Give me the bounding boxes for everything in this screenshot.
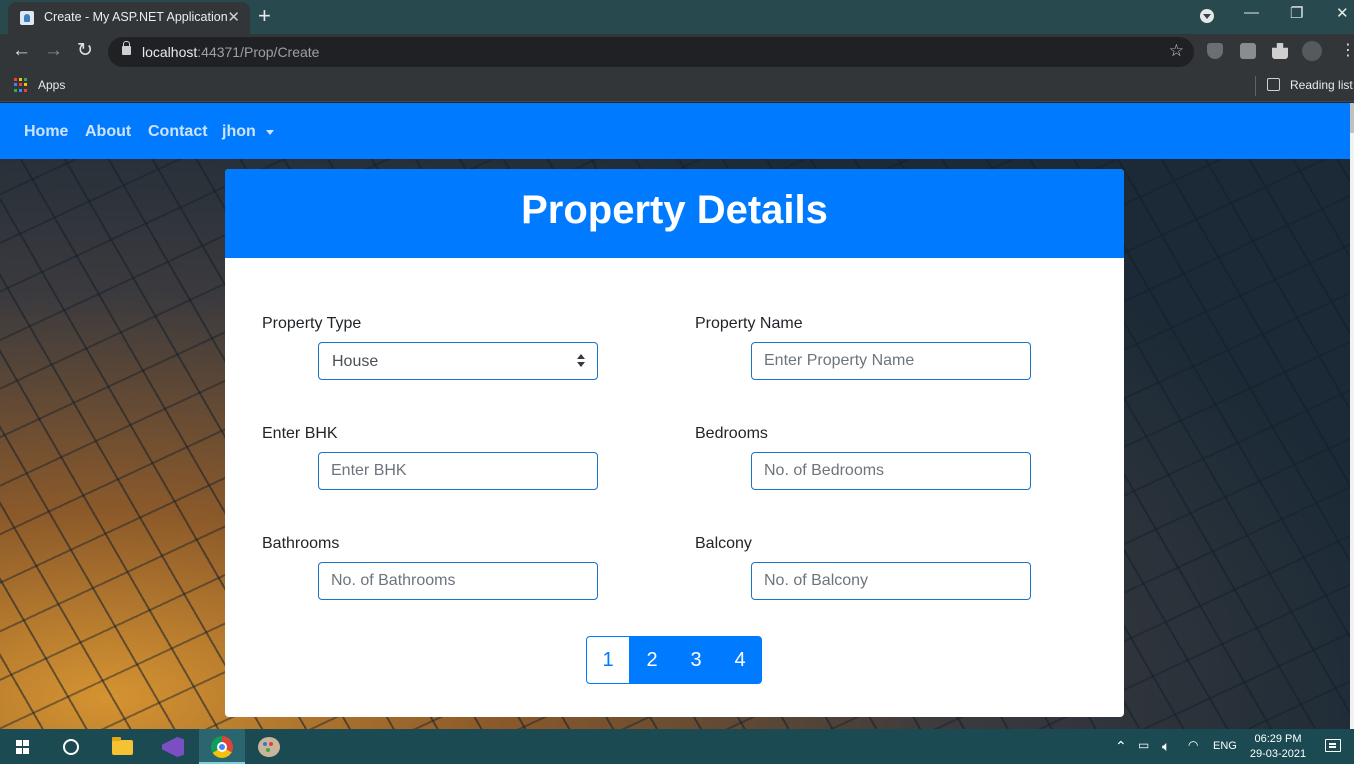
speaker-icon[interactable]: 🔈︎ <box>1162 738 1170 755</box>
bathrooms-label: Bathrooms <box>262 535 340 552</box>
tab-title: Create - My ASP.NET Application <box>44 10 228 24</box>
windows-start-icon[interactable] <box>16 740 30 754</box>
chrome-icon[interactable] <box>211 736 233 758</box>
bedrooms-label: Bedrooms <box>695 425 768 442</box>
new-tab-button[interactable]: + <box>258 4 271 28</box>
bhk-input[interactable] <box>318 452 598 490</box>
menu-icon[interactable]: ⋮ <box>1340 40 1354 62</box>
nav-about[interactable]: About <box>85 123 131 141</box>
chevron-up-icon[interactable]: ⌃ <box>1115 738 1127 755</box>
page-1-button[interactable]: 1 <box>586 636 630 684</box>
site-navbar: Home About Contact jhon <box>0 103 1350 159</box>
language-indicator[interactable]: ENG <box>1213 740 1237 752</box>
reading-list-icon[interactable] <box>1267 78 1280 91</box>
paint-icon[interactable] <box>258 737 280 757</box>
browser-tab[interactable]: Create - My ASP.NET Application ✕ <box>8 2 250 34</box>
select-arrows-icon <box>577 354 585 368</box>
tab-search-icon[interactable] <box>1200 9 1214 23</box>
user-dropdown[interactable]: jhon <box>222 123 256 141</box>
page-viewport: Home About Contact jhon Property Details… <box>0 103 1350 729</box>
page-title: Property Details <box>521 188 828 232</box>
extension-icon[interactable] <box>1240 43 1256 59</box>
cortana-search-icon[interactable] <box>63 739 79 755</box>
apps-grid-icon[interactable] <box>14 78 28 92</box>
chevron-down-icon[interactable] <box>266 130 274 135</box>
windows-taskbar: ⌃ ▭ 🔈︎ ◠ ENG 06:29 PM 29-03-2021 <box>0 729 1354 764</box>
property-type-label: Property Type <box>262 315 362 332</box>
address-bar[interactable]: localhost:44371/Prop/Create ☆ <box>108 37 1194 67</box>
balcony-label: Balcony <box>695 535 752 552</box>
page-3-button[interactable]: 3 <box>674 636 718 684</box>
property-type-select[interactable]: House <box>318 342 598 380</box>
lock-icon[interactable] <box>122 41 131 55</box>
browser-toolbar: ← → ↻ localhost:44371/Prop/Create ☆ ⋮ <box>0 34 1354 70</box>
wifi-icon[interactable]: ◠ <box>1188 738 1198 752</box>
site-favicon-icon <box>20 11 34 25</box>
apps-bookmark[interactable]: Apps <box>38 78 65 92</box>
nav-contact[interactable]: Contact <box>148 123 208 141</box>
battery-icon[interactable]: ▭ <box>1138 738 1149 752</box>
pagination: 1 2 3 4 <box>586 636 762 684</box>
card-header: Property Details <box>225 169 1124 258</box>
property-type-value: House <box>332 353 379 370</box>
property-name-input[interactable] <box>751 342 1031 380</box>
page-scrollbar[interactable] <box>1350 103 1354 729</box>
reload-button[interactable]: ↻ <box>77 40 93 62</box>
bookmarks-bar: Apps Reading list <box>0 70 1354 102</box>
bedrooms-input[interactable] <box>751 452 1031 490</box>
reading-list-button[interactable]: Reading list <box>1290 78 1353 92</box>
back-button[interactable]: ← <box>12 40 31 62</box>
visual-studio-icon[interactable] <box>162 737 184 757</box>
bookmark-divider <box>1255 76 1256 96</box>
page-4-button[interactable]: 4 <box>718 636 762 684</box>
notification-icon[interactable] <box>1325 739 1341 752</box>
clock-time: 06:29 PM <box>1254 733 1302 745</box>
url-text[interactable]: localhost:44371/Prop/Create <box>142 44 319 60</box>
browser-tab-strip: Create - My ASP.NET Application ✕ + — ❐ … <box>0 0 1354 34</box>
property-name-label: Property Name <box>695 315 803 332</box>
minimize-button[interactable]: — <box>1244 4 1259 21</box>
bathrooms-input[interactable] <box>318 562 598 600</box>
tab-close-icon[interactable]: ✕ <box>227 8 240 26</box>
bhk-label: Enter BHK <box>262 425 338 442</box>
nav-home[interactable]: Home <box>24 123 68 141</box>
shield-extension-icon[interactable] <box>1207 43 1223 59</box>
profile-avatar[interactable] <box>1302 41 1322 61</box>
property-form-card: Property Details Property Type House Pro… <box>225 169 1124 717</box>
page-2-button[interactable]: 2 <box>630 636 674 684</box>
restore-button[interactable]: ❐ <box>1290 4 1303 22</box>
forward-button[interactable]: → <box>44 40 63 62</box>
balcony-input[interactable] <box>751 562 1031 600</box>
file-explorer-icon[interactable] <box>112 737 133 755</box>
close-window-button[interactable]: ✕ <box>1336 4 1349 22</box>
puzzle-extensions-icon[interactable] <box>1272 43 1288 59</box>
clock-date: 29-03-2021 <box>1249 748 1307 760</box>
bookmark-star-icon[interactable]: ☆ <box>1169 41 1184 61</box>
system-clock[interactable]: 06:29 PM 29-03-2021 <box>1247 732 1309 762</box>
